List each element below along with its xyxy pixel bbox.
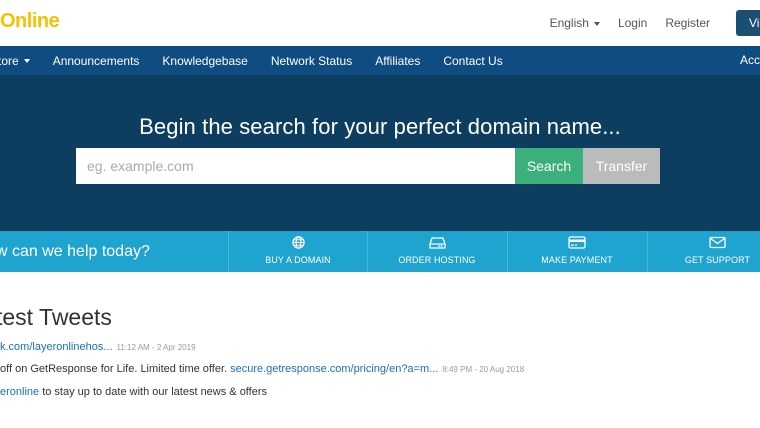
action-label: ORDER HOSTING bbox=[398, 255, 476, 265]
action-label: BUY A DOMAIN bbox=[265, 255, 331, 265]
hard-drive-icon bbox=[428, 237, 446, 249]
get-support-button[interactable]: GET SUPPORT bbox=[647, 231, 760, 272]
chevron-down-icon bbox=[593, 21, 600, 26]
language-selector[interactable]: English bbox=[550, 16, 600, 30]
language-label: English bbox=[549, 16, 589, 30]
register-link[interactable]: Register bbox=[665, 16, 710, 30]
domain-search-hero: Begin the search for your perfect domain… bbox=[0, 75, 760, 231]
tweet-link[interactable]: secure.getresponse.com/pricing/en?a=m... bbox=[230, 363, 438, 375]
nav-item-network-status[interactable]: Network Status bbox=[271, 54, 352, 68]
credit-card-icon bbox=[568, 236, 586, 249]
latest-tweets-heading: test Tweets bbox=[0, 304, 112, 330]
domain-search-input[interactable] bbox=[76, 148, 515, 184]
make-payment-button[interactable]: MAKE PAYMENT bbox=[507, 231, 646, 272]
envelope-icon bbox=[709, 236, 726, 249]
main-nav: tore Announcements Knowledgebase Network… bbox=[0, 46, 760, 75]
nav-item-label: tore bbox=[0, 53, 19, 68]
nav-item-store[interactable]: tore bbox=[0, 54, 30, 68]
nav-item-contact-us[interactable]: Contact Us bbox=[443, 54, 502, 68]
nav-item-affiliates[interactable]: Affiliates bbox=[375, 54, 420, 68]
nav-item-knowledgebase[interactable]: Knowledgebase bbox=[162, 54, 247, 68]
site-logo[interactable]: Online bbox=[0, 10, 60, 33]
view-cart-button[interactable]: Vi bbox=[736, 10, 760, 36]
login-link[interactable]: Login bbox=[618, 16, 647, 30]
globe-icon bbox=[291, 236, 305, 249]
tweet-item: k.com/layeronlinehos... 11:12 AM - 2 Apr … bbox=[0, 341, 196, 353]
top-header: Online English Login Register Vi bbox=[0, 0, 760, 46]
chevron-down-icon bbox=[23, 59, 30, 64]
tweet-text-suffix: to stay up to date with our latest news … bbox=[39, 386, 268, 398]
nav-item-account[interactable]: Acc bbox=[740, 46, 760, 75]
tweet-link[interactable]: eronline bbox=[0, 386, 39, 398]
buy-domain-button[interactable]: BUY A DOMAIN bbox=[228, 231, 367, 272]
top-links: English Login Register Vi bbox=[532, 0, 760, 46]
tweet-time: 8:49 PM - 20 Aug 2018 bbox=[442, 365, 525, 374]
hero-title: Begin the search for your perfect domain… bbox=[139, 114, 621, 139]
help-prompt: w can we help today? bbox=[0, 243, 150, 260]
tweet-time: 11:12 AM - 2 Apr 2019 bbox=[116, 343, 196, 352]
nav-item-announcements[interactable]: Announcements bbox=[53, 54, 140, 68]
tweet-item: eronline to stay up to date with our lat… bbox=[0, 386, 271, 398]
transfer-button[interactable]: Transfer bbox=[583, 148, 660, 184]
tweet-item: off on GetResponse for Life. Limited tim… bbox=[0, 363, 524, 375]
action-label: GET SUPPORT bbox=[684, 255, 751, 265]
order-hosting-button[interactable]: ORDER HOSTING bbox=[367, 231, 506, 272]
tweet-text: off on GetResponse for Life. Limited tim… bbox=[0, 363, 231, 375]
action-label: MAKE PAYMENT bbox=[541, 255, 613, 265]
tweet-link[interactable]: k.com/layeronlinehos... bbox=[0, 341, 113, 353]
search-button[interactable]: Search bbox=[515, 148, 583, 184]
help-strip: w can we help today? BUY A DOMAIN ORDER … bbox=[0, 231, 760, 272]
